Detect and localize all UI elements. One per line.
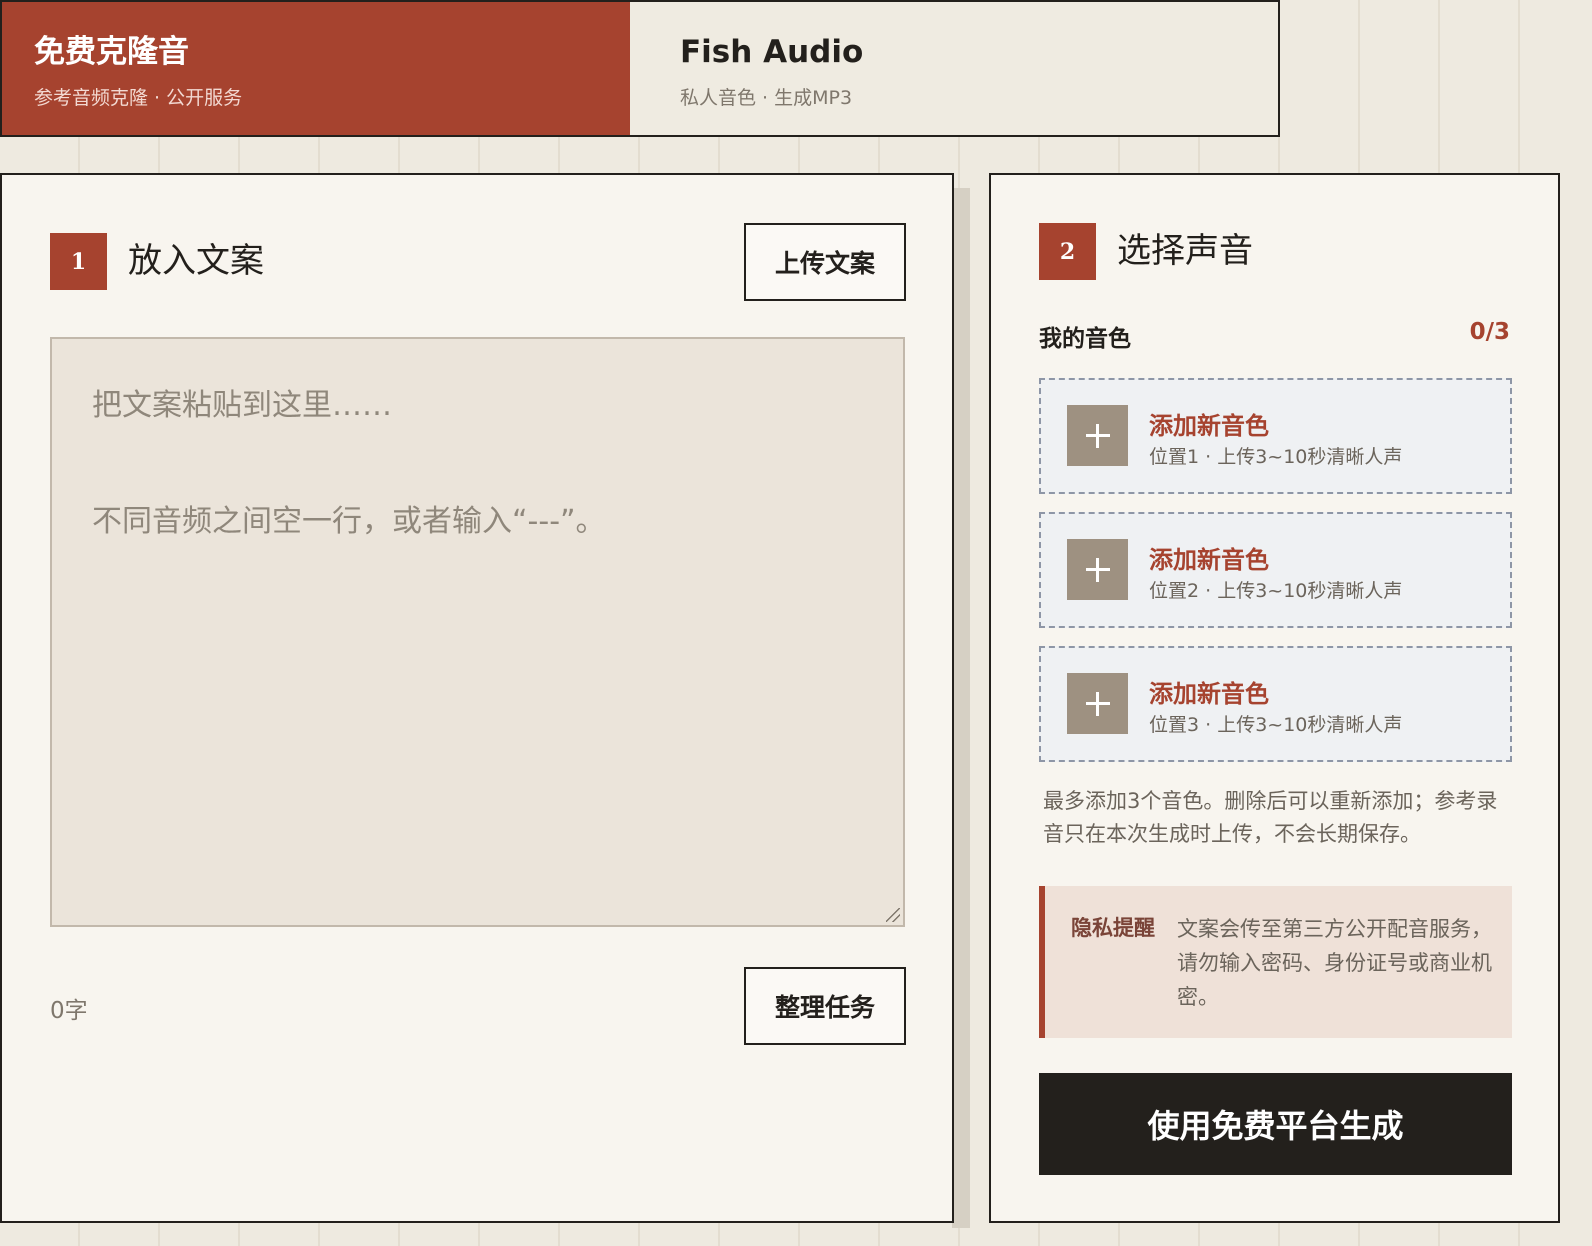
mode-tabs: 免费克隆音 参考音频克隆 · 公开服务 Fish Audio 私人音色 · 生成… bbox=[0, 0, 1280, 137]
tab-title: Fish Audio bbox=[680, 34, 864, 70]
organize-tasks-button[interactable]: 整理任务 bbox=[744, 967, 906, 1045]
script-textarea[interactable]: 把文案粘贴到这里…… 不同音频之间空一行，或者输入“---”。 bbox=[50, 337, 905, 927]
slot-subtitle: 位置3 · 上传3~10秒清晰人声 bbox=[1149, 714, 1403, 736]
slot-subtitle: 位置2 · 上传3~10秒清晰人声 bbox=[1149, 580, 1403, 602]
step-badge: 2 bbox=[1039, 223, 1096, 280]
plus-icon bbox=[1067, 673, 1128, 734]
plus-icon bbox=[1067, 405, 1128, 466]
tab-fish-audio[interactable]: Fish Audio 私人音色 · 生成MP3 bbox=[630, 2, 1278, 135]
upload-script-button[interactable]: 上传文案 bbox=[744, 223, 906, 301]
generate-button[interactable]: 使用免费平台生成 bbox=[1039, 1073, 1512, 1175]
slot-title: 添加新音色 bbox=[1149, 412, 1269, 440]
tab-subtitle: 参考音频克隆 · 公开服务 bbox=[34, 87, 243, 109]
char-count: 0字 bbox=[50, 998, 88, 1024]
slot-title: 添加新音色 bbox=[1149, 680, 1269, 708]
resize-grip-icon[interactable] bbox=[886, 908, 900, 922]
panel-title: 选择声音 bbox=[1117, 231, 1253, 271]
plus-icon bbox=[1067, 539, 1128, 600]
voice-slot[interactable]: 添加新音色 位置3 · 上传3~10秒清晰人声 bbox=[1039, 646, 1512, 762]
privacy-text: 文案会传至第三方公开配音服务，请勿输入密码、身份证号或商业机密。 bbox=[1177, 917, 1492, 1009]
voice-slot[interactable]: 添加新音色 位置1 · 上传3~10秒清晰人声 bbox=[1039, 378, 1512, 494]
tab-free-clone[interactable]: 免费克隆音 参考音频克隆 · 公开服务 bbox=[2, 2, 630, 135]
slot-subtitle: 位置1 · 上传3~10秒清晰人声 bbox=[1149, 446, 1403, 468]
privacy-label: 隐私提醒 bbox=[1071, 916, 1155, 940]
step-badge: 1 bbox=[50, 233, 107, 290]
panel-title: 放入文案 bbox=[128, 241, 264, 281]
privacy-notice: 隐私提醒 文案会传至第三方公开配音服务，请勿输入密码、身份证号或商业机密。 bbox=[1039, 886, 1512, 1038]
tab-subtitle: 私人音色 · 生成MP3 bbox=[680, 87, 853, 109]
panel-shadow bbox=[952, 188, 970, 1228]
placeholder-line: 把文案粘贴到这里…… bbox=[92, 388, 392, 423]
voice-slot[interactable]: 添加新音色 位置2 · 上传3~10秒清晰人声 bbox=[1039, 512, 1512, 628]
tab-title: 免费克隆音 bbox=[34, 34, 189, 70]
my-voices-label: 我的音色 bbox=[1039, 326, 1131, 352]
script-panel: 1 放入文案 上传文案 把文案粘贴到这里…… 不同音频之间空一行，或者输入“--… bbox=[0, 173, 954, 1223]
voice-limit-note: 最多添加3个音色。删除后可以重新添加；参考录音只在本次生成时上传，不会长期保存。 bbox=[1043, 789, 1498, 846]
slot-title: 添加新音色 bbox=[1149, 546, 1269, 574]
voice-panel: 2 选择声音 我的音色 0/3 添加新音色 位置1 · 上传3~10秒清晰人声 … bbox=[989, 173, 1560, 1223]
placeholder-line: 不同音频之间空一行，或者输入“---”。 bbox=[92, 504, 606, 539]
my-voices-count: 0/3 bbox=[1469, 319, 1510, 345]
